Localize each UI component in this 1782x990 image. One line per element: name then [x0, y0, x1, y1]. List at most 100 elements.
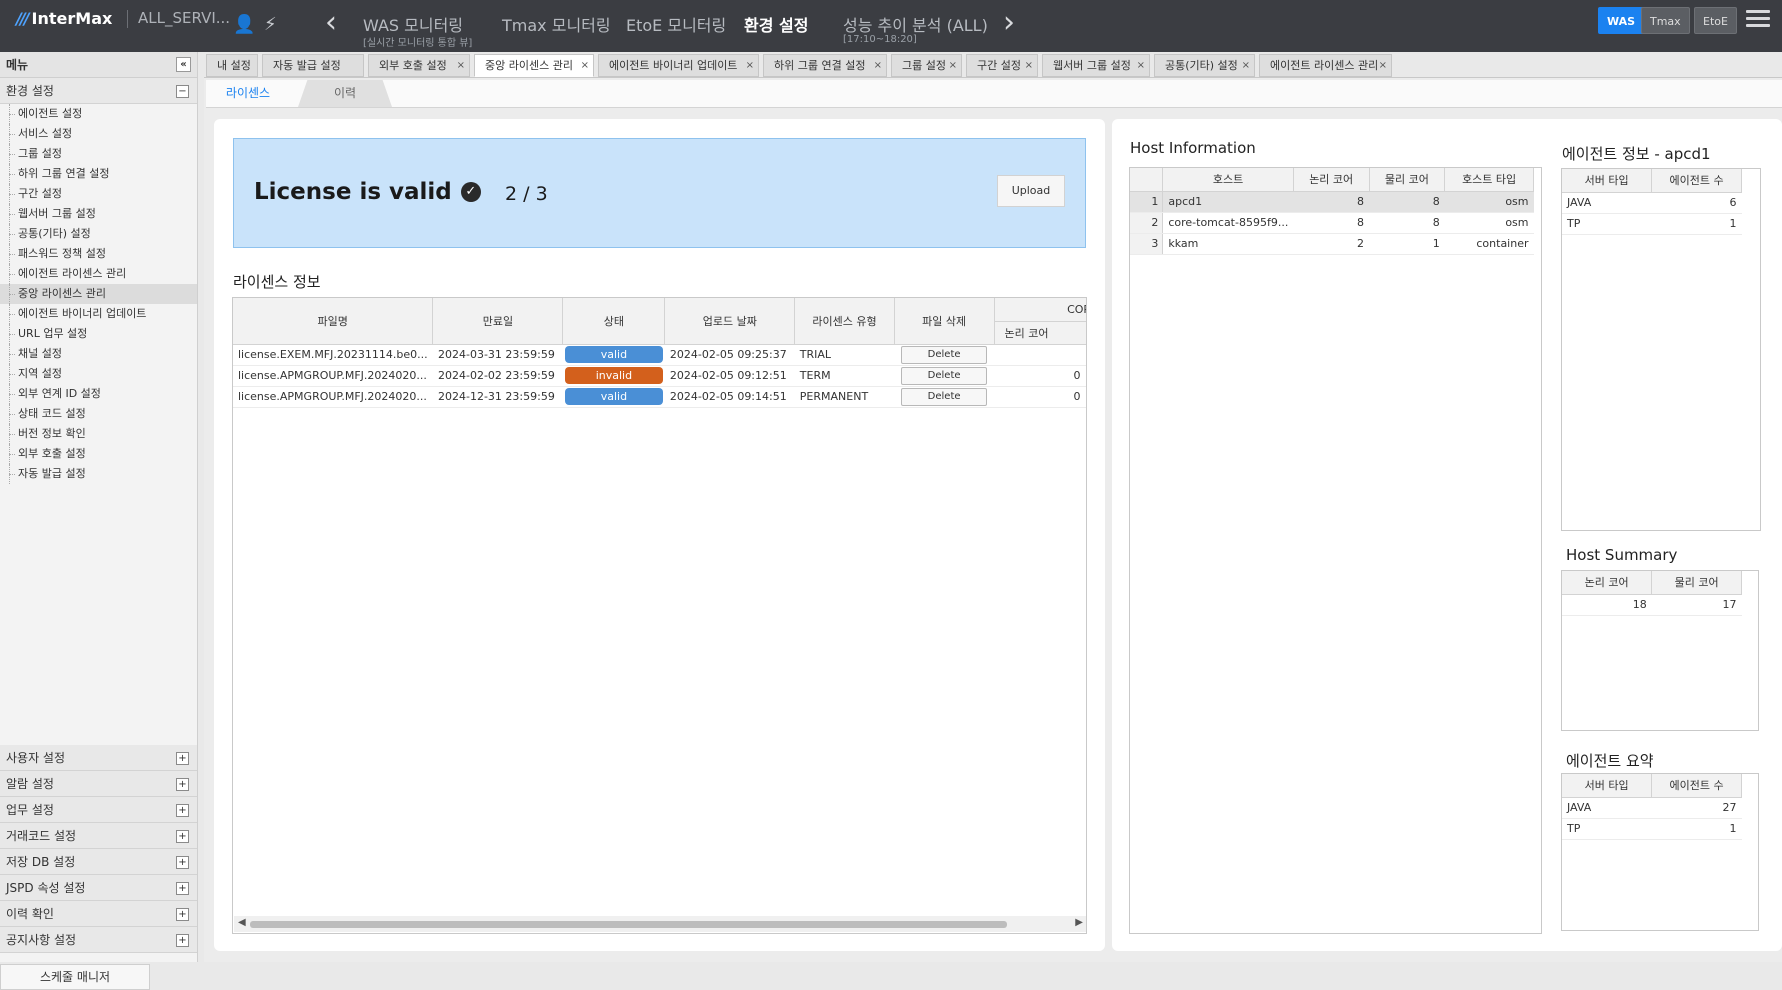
sidebar-item-status-code[interactable]: 상태 코드 설정	[0, 404, 197, 424]
scrollbar-thumb[interactable]	[250, 921, 1007, 928]
sidebar-group-notice[interactable]: 공지사항 설정 +	[0, 927, 197, 953]
mode-was-button[interactable]: WAS	[1598, 7, 1645, 34]
expand-icon[interactable]: +	[176, 908, 189, 921]
table-row[interactable]: 3 kkam 2 1 container	[1130, 233, 1534, 255]
col-host-type[interactable]: 호스트 타입	[1444, 168, 1534, 192]
plug-icon[interactable]: ⚡	[264, 14, 277, 35]
col-logical-core[interactable]: 논리 코어	[1293, 168, 1370, 192]
expand-icon[interactable]: +	[176, 752, 189, 765]
col-server-type[interactable]: 서버 타입	[1562, 774, 1653, 798]
close-icon[interactable]: ×	[581, 55, 589, 77]
col-host[interactable]: 호스트	[1162, 168, 1294, 192]
nav-next-arrow[interactable]: ›	[1003, 8, 1015, 38]
col-physical-core[interactable]: 물리 코어	[1651, 571, 1742, 595]
expand-icon[interactable]: +	[176, 804, 189, 817]
tab-my-settings[interactable]: 내 설정	[206, 54, 258, 77]
upload-button[interactable]: Upload	[997, 175, 1065, 207]
close-icon[interactable]: ×	[746, 55, 754, 77]
table-row[interactable]: license.EXEM.MFJ.20231114.be0... 2024-03…	[233, 344, 1086, 366]
expand-icon[interactable]: +	[176, 830, 189, 843]
nav-performance-trend[interactable]: 성능 추이 분석 (ALL)	[843, 12, 988, 36]
sidebar-item-url-business[interactable]: URL 업무 설정	[0, 324, 197, 344]
table-row[interactable]: 1 apcd1 8 8 osm	[1130, 191, 1534, 213]
delete-button[interactable]: Delete	[901, 387, 988, 406]
table-row[interactable]: JAVA 6	[1562, 192, 1742, 214]
nav-environment-settings[interactable]: 환경 설정	[744, 12, 808, 36]
nav-etoe-monitoring[interactable]: EtoE 모니터링	[626, 12, 726, 36]
sidebar-item-common-settings[interactable]: 공통(기타) 설정	[0, 224, 197, 244]
scroll-left-icon[interactable]: ◀	[238, 917, 246, 928]
sidebar-item-agent-license[interactable]: 에이전트 라이센스 관리	[0, 264, 197, 284]
mode-etoe-button[interactable]: EtoE	[1694, 7, 1737, 34]
table-row[interactable]: TP 1	[1562, 213, 1742, 235]
sidebar-item-webserver-group[interactable]: 웹서버 그룹 설정	[0, 204, 197, 224]
col-server-type[interactable]: 서버 타입	[1562, 169, 1653, 193]
schedule-manager-button[interactable]: 스케줄 매니저	[0, 964, 150, 990]
col-status[interactable]: 상태	[562, 298, 666, 345]
sidebar-item-group-settings[interactable]: 그룹 설정	[0, 144, 197, 164]
close-icon[interactable]: ×	[1379, 55, 1387, 77]
tab-common-settings[interactable]: 공통(기타) 설정 ×	[1154, 54, 1255, 77]
table-row[interactable]: TP 1	[1562, 818, 1742, 840]
sidebar-item-channel[interactable]: 채널 설정	[0, 344, 197, 364]
delete-button[interactable]: Delete	[901, 345, 988, 364]
sidebar-group-db[interactable]: 저장 DB 설정 +	[0, 849, 197, 875]
sidebar-group-txcode[interactable]: 거래코드 설정 +	[0, 823, 197, 849]
table-row[interactable]: license.APMGROUP.MFJ.2024020... 2024-02-…	[233, 365, 1086, 387]
col-physical-core[interactable]: 물리 코어	[1369, 168, 1446, 192]
sidebar-item-external-call[interactable]: 외부 호출 설정	[0, 444, 197, 464]
table-row[interactable]: 2 core-tomcat-8595f9... 8 8 osm	[1130, 212, 1534, 234]
sidebar-item-service-settings[interactable]: 서비스 설정	[0, 124, 197, 144]
tab-subgroup-link[interactable]: 하위 그룹 연결 설정 ×	[763, 54, 887, 77]
tab-auto-issue[interactable]: 자동 발급 설정	[262, 54, 364, 77]
sidebar-item-password-policy[interactable]: 패스워드 정책 설정	[0, 244, 197, 264]
sidebar-item-agent-binary-update[interactable]: 에이전트 바이너리 업데이트	[0, 304, 197, 324]
col-expire[interactable]: 만료일	[432, 298, 564, 345]
sidebar-group-history[interactable]: 이력 확인 +	[0, 901, 197, 927]
sidebar-group-alarm[interactable]: 알람 설정 +	[0, 771, 197, 797]
sidebar-item-region[interactable]: 지역 설정	[0, 364, 197, 384]
col-file-delete[interactable]: 파일 삭제	[894, 298, 995, 345]
subtab-history[interactable]: 이력	[298, 80, 392, 107]
subtab-license[interactable]: 라이센스	[206, 80, 290, 107]
app-logo[interactable]: /// InterMax	[16, 9, 112, 28]
col-logical-core[interactable]: 논리 코어	[994, 321, 1086, 345]
tab-external-call[interactable]: 외부 호출 설정 ×	[368, 54, 470, 77]
sidebar-item-central-license[interactable]: 중앙 라이센스 관리	[0, 284, 197, 304]
tab-central-license[interactable]: 중앙 라이센스 관리 ×	[474, 54, 594, 77]
col-agent-count[interactable]: 에이전트 수	[1651, 169, 1742, 193]
close-icon[interactable]: ×	[1137, 55, 1145, 77]
sidebar-item-external-id[interactable]: 외부 연계 ID 설정	[0, 384, 197, 404]
delete-button[interactable]: Delete	[901, 366, 988, 385]
expand-icon[interactable]: +	[176, 882, 189, 895]
table-row[interactable]: 18 17	[1562, 594, 1742, 616]
tab-agent-license[interactable]: 에이전트 라이센스 관리 ×	[1259, 54, 1392, 77]
sidebar-item-subgroup-link[interactable]: 하위 그룹 연결 설정	[0, 164, 197, 184]
service-selector[interactable]: ALL_SERVI...	[138, 9, 230, 27]
nav-tmax-monitoring[interactable]: Tmax 모니터링	[502, 12, 611, 36]
sidebar-group-jspd[interactable]: JSPD 속성 설정 +	[0, 875, 197, 901]
collapse-icon[interactable]: −	[176, 85, 189, 98]
close-icon[interactable]: ×	[1242, 55, 1250, 77]
close-icon[interactable]: ×	[1025, 55, 1033, 77]
tab-section-settings[interactable]: 구간 설정 ×	[966, 54, 1038, 77]
col-agent-count[interactable]: 에이전트 수	[1651, 774, 1742, 798]
expand-icon[interactable]: +	[176, 934, 189, 947]
nav-prev-arrow[interactable]: ‹	[325, 8, 337, 38]
nav-was-monitoring[interactable]: WAS 모니터링	[363, 12, 463, 36]
col-license-type[interactable]: 라이센스 유형	[794, 298, 895, 345]
tab-webserver-group[interactable]: 웹서버 그룹 설정 ×	[1042, 54, 1150, 77]
sidebar-group-business[interactable]: 업무 설정 +	[0, 797, 197, 823]
scroll-right-icon[interactable]: ▶	[1075, 917, 1083, 928]
user-settings-icon[interactable]: 👤	[233, 14, 255, 35]
col-filename[interactable]: 파일명	[233, 298, 434, 345]
table-row[interactable]: JAVA 27	[1562, 797, 1742, 819]
menu-icon[interactable]	[1746, 6, 1770, 31]
sidebar-item-agent-settings[interactable]: 에이전트 설정	[0, 104, 197, 124]
sidebar-group-env[interactable]: 환경 설정 −	[0, 78, 197, 104]
sidebar-group-user[interactable]: 사용자 설정 +	[0, 745, 197, 771]
sidebar-item-section-settings[interactable]: 구간 설정	[0, 184, 197, 204]
close-icon[interactable]: ×	[457, 55, 465, 77]
tab-agent-binary-update[interactable]: 에이전트 바이너리 업데이트 ×	[598, 54, 759, 77]
close-icon[interactable]: ×	[874, 55, 882, 77]
